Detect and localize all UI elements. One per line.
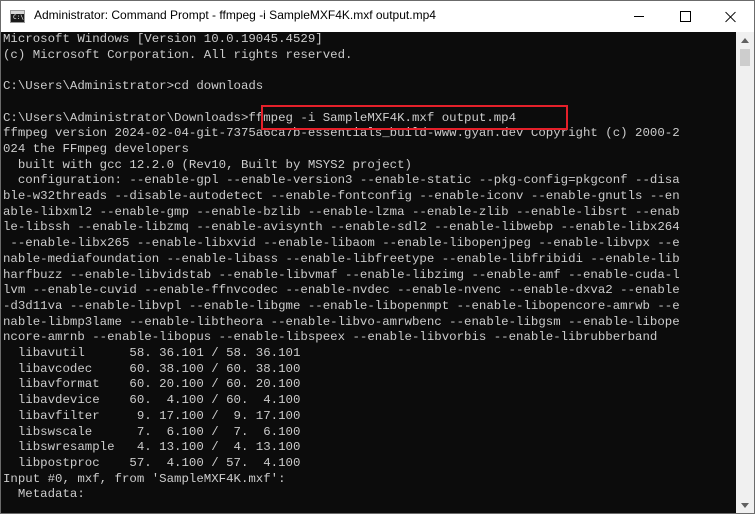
command-prompt-window: C:\ Administrator: Command Prompt - ffmp… xyxy=(0,0,755,514)
console-line: nable-mediafoundation --enable-libass --… xyxy=(3,251,680,266)
console-line: libswresample 4. 13.100 / 4. 13.100 xyxy=(3,440,301,455)
console-line: libavfilter 9. 17.100 / 9. 17.100 xyxy=(3,408,301,423)
console-line: --enable-libx265 --enable-libxvid --enab… xyxy=(3,236,680,251)
console-line: libavformat 60. 20.100 / 60. 20.100 xyxy=(3,377,301,392)
title-bar[interactable]: C:\ Administrator: Command Prompt - ffmp… xyxy=(1,1,754,32)
scroll-down-button[interactable] xyxy=(736,497,754,513)
console-line: 024 the FFmpeg developers xyxy=(3,141,189,156)
console-line: (c) Microsoft Corporation. All rights re… xyxy=(3,47,353,62)
console-line: libavutil 58. 36.101 / 58. 36.101 xyxy=(3,346,301,361)
console-line: nable-libmp3lame --enable-libtheora --en… xyxy=(3,314,680,329)
console-line: libavcodec 60. 38.100 / 60. 38.100 xyxy=(3,361,301,376)
console-line: libavdevice 60. 4.100 / 60. 4.100 xyxy=(3,393,301,408)
console-line: ble-w32threads --disable-autodetect --en… xyxy=(3,189,680,204)
console-line: C:\Users\Administrator>cd downloads xyxy=(3,79,264,94)
scrollbar-thumb[interactable] xyxy=(740,49,750,66)
console-line: Microsoft Windows [Version 10.0.19045.45… xyxy=(3,32,323,46)
close-icon xyxy=(725,11,737,23)
console-text: Microsoft Windows [Version 10.0.19045.45… xyxy=(1,32,736,503)
minimize-icon xyxy=(634,16,644,17)
scroll-down-arrow-icon xyxy=(741,503,749,508)
scroll-up-button[interactable] xyxy=(736,32,754,49)
window-title: Administrator: Command Prompt - ffmpeg -… xyxy=(34,8,436,22)
console-line: harfbuzz --enable-libvidstab --enable-li… xyxy=(3,267,680,282)
console-line: libpostproc 57. 4.100 / 57. 4.100 xyxy=(3,455,301,470)
command-highlight-box xyxy=(261,105,568,130)
console-line: Metadata: xyxy=(3,487,85,502)
console-line: libswscale 7. 6.100 / 7. 6.100 xyxy=(3,424,301,439)
maximize-button[interactable] xyxy=(662,1,708,32)
minimize-button[interactable] xyxy=(616,1,662,32)
console-line: Input #0, mxf, from 'SampleMXF4K.mxf': xyxy=(3,471,286,486)
console-line: le-libssh --enable-libzmq --enable-avisy… xyxy=(3,220,680,235)
cmd-prompt-icon[interactable]: C:\ xyxy=(10,10,25,23)
scroll-up-arrow-icon xyxy=(741,38,749,43)
console-line: built with gcc 12.2.0 (Rev10, Built by M… xyxy=(3,157,412,172)
console-line: configuration: --enable-gpl --enable-ver… xyxy=(3,173,680,188)
console-line: lvm --enable-cuvid --enable-ffnvcodec --… xyxy=(3,283,680,298)
console-output[interactable]: Microsoft Windows [Version 10.0.19045.45… xyxy=(1,32,736,513)
maximize-icon xyxy=(679,11,691,22)
console-line: -d3d11va --enable-libvpl --enable-libgme… xyxy=(3,298,680,313)
console-line: ncore-amrnb --enable-libopus --enable-li… xyxy=(3,330,658,345)
close-button[interactable] xyxy=(708,1,754,32)
vertical-scrollbar[interactable] xyxy=(736,32,754,513)
console-line: able-libxml2 --enable-gmp --enable-bzlib… xyxy=(3,204,680,219)
